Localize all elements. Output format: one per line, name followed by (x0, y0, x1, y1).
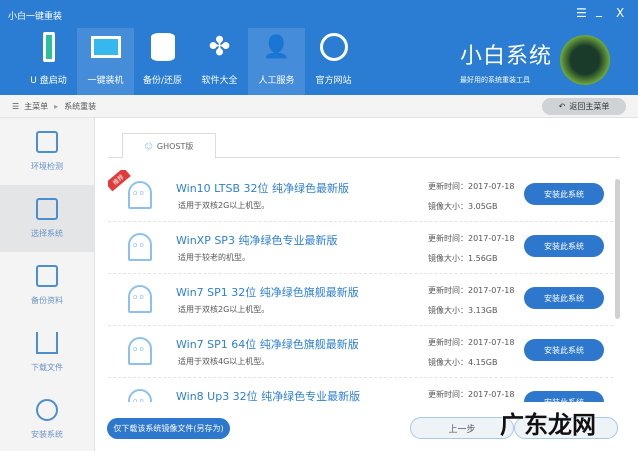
system-name: Win10 LTSB 32位 纯净绿色最新版 (176, 182, 350, 195)
download-icon (36, 332, 58, 354)
system-desc: 适用于双核2G以上机型。 (178, 201, 270, 210)
nav-backup-restore[interactable]: 备份/还原 (134, 28, 191, 95)
update-time: 更新时间：2017-07-18 (428, 338, 515, 347)
sidebar-item-download[interactable]: 下载文件 (0, 319, 94, 386)
wrench-icon (36, 399, 58, 421)
install-button[interactable]: 安装此系统 (524, 183, 604, 205)
scrollbar-thumb[interactable] (615, 179, 620, 319)
brand-name: 小白系统 (460, 44, 553, 69)
ghost-icon (128, 337, 152, 365)
minimize-button[interactable]: _ (596, 3, 602, 17)
update-time: 更新时间：2017-07-18 (428, 390, 515, 399)
sidebar-label: 环境检测 (31, 162, 63, 171)
server-icon (36, 265, 58, 287)
breadcrumb: ☰ 主菜单 ▸ 系统重装 ↶ 返回主菜单 (0, 95, 638, 118)
list-icon: ☰ (12, 101, 20, 111)
nav-one-click-install[interactable]: 一键装机 (77, 28, 134, 95)
update-time: 更新时间：2017-07-18 (428, 286, 515, 295)
sidebar-label: 下载文件 (31, 363, 63, 372)
nav-label: U 盘启动 (30, 76, 67, 86)
system-name: Win7 SP1 32位 纯净绿色旗舰最新版 (176, 286, 359, 299)
clover-icon: ✤ (208, 32, 231, 62)
breadcrumb-root[interactable]: 主菜单 (24, 101, 48, 112)
nav-label: 软件大全 (201, 76, 238, 86)
install-button[interactable]: 安装此系统 (524, 235, 604, 257)
brand-slogan: 最好用的系统重装工具 (460, 76, 530, 84)
back-label: 返回主菜单 (569, 102, 610, 111)
header: 小白一键重装 ☰ _ X U 盘启动 一键装机 备份/还原 ✤ 软件大全 👤 人工服… (0, 0, 638, 95)
list-item: Win7 SP1 64位 纯净绿色旗舰最新版 适用于双核4G以上机型。 更新时间… (108, 326, 613, 378)
ghost-icon (128, 285, 152, 313)
system-name: Win8 Up3 32位 纯净绿色专业最新版 (176, 390, 361, 402)
main-nav: U 盘启动 一键装机 备份/还原 ✤ 软件大全 👤 人工服务 官方网站 (20, 28, 362, 95)
window-title: 小白一键重装 (8, 12, 63, 22)
system-desc: 适用于双核4G以上机型。 (178, 357, 270, 366)
prev-step-button[interactable]: 上一步 (410, 417, 514, 439)
system-desc: 适用于双核2G以上机型。 (178, 305, 270, 314)
scrollbar[interactable] (614, 175, 622, 395)
sidebar: 环境检测 选择系统 备份资料 下载文件 安装系统 (0, 118, 95, 451)
image-size: 镜像大小：4.15GB (428, 358, 498, 367)
list-item: Win8 Up3 32位 纯净绿色专业最新版 更新时间：2017-07-18 安… (108, 378, 613, 402)
undo-icon: ↶ (558, 102, 566, 111)
nav-label: 一键装机 (87, 76, 124, 86)
nav-support[interactable]: 👤 人工服务 (248, 28, 305, 95)
image-size: 镜像大小：1.56GB (428, 254, 498, 263)
ghost-icon (128, 389, 152, 402)
sidebar-label: 安装系统 (31, 430, 63, 439)
sidebar-label: 选择系统 (31, 229, 63, 238)
list-item: Win7 SP1 32位 纯净绿色旗舰最新版 适用于双核2G以上机型。 更新时间… (108, 274, 613, 326)
nav-software[interactable]: ✤ 软件大全 (191, 28, 248, 95)
tab-bar: ☺ GHOST版 (108, 133, 620, 159)
install-button[interactable]: 安装此系统 (524, 391, 604, 402)
image-size: 镜像大小：3.13GB (428, 306, 498, 315)
system-list: 推荐 Win10 LTSB 32位 纯净绿色最新版 适用于双核2G以上机型。 更… (108, 170, 613, 402)
tab-ghost[interactable]: ☺ GHOST版 (122, 133, 216, 159)
env-check-icon (36, 131, 58, 153)
sidebar-item-select-system[interactable]: 选择系统 (0, 185, 94, 252)
person-heart-icon: 👤 (262, 34, 291, 60)
usb-icon (33, 31, 65, 63)
tab-label: GHOST版 (156, 141, 194, 151)
sidebar-label: 备份资料 (31, 296, 63, 305)
image-size: 镜像大小：3.05GB (428, 202, 498, 211)
close-button[interactable]: X (616, 6, 624, 20)
nav-label: 备份/还原 (142, 76, 183, 86)
nav-label: 官方网站 (315, 76, 352, 86)
database-icon (147, 31, 179, 63)
ghost-icon (128, 181, 152, 209)
nav-website[interactable]: 官方网站 (305, 28, 362, 95)
breadcrumb-current: 系统重装 (64, 101, 97, 111)
ghost-icon: ☺ (144, 141, 153, 151)
sidebar-item-install[interactable]: 安装系统 (0, 386, 94, 453)
system-desc: 适用于较老的机型。 (178, 253, 250, 262)
sidebar-item-env-check[interactable]: 环境检测 (0, 118, 94, 185)
list-item: 推荐 Win10 LTSB 32位 纯净绿色最新版 适用于双核2G以上机型。 更… (108, 170, 613, 222)
nav-label: 人工服务 (258, 76, 295, 86)
update-time: 更新时间：2017-07-18 (428, 234, 515, 243)
system-name: Win7 SP1 64位 纯净绿色旗舰最新版 (176, 338, 359, 351)
download-only-button[interactable]: 仅下载该系统镜像文件(另存为) (107, 418, 230, 439)
ghost-icon (128, 233, 152, 261)
update-time: 更新时间：2017-07-18 (428, 182, 515, 191)
watermark: 广东龙网 (500, 411, 596, 439)
chevron-right-icon: ▸ (54, 101, 59, 111)
sidebar-item-backup[interactable]: 备份资料 (0, 252, 94, 319)
back-to-main-button[interactable]: ↶ 返回主菜单 (542, 98, 626, 115)
install-button[interactable]: 安装此系统 (524, 339, 604, 361)
install-button[interactable]: 安装此系统 (524, 287, 604, 309)
monitor-icon (90, 31, 122, 63)
nav-usb-boot[interactable]: U 盘启动 (20, 28, 77, 95)
list-item: WinXP SP3 纯净绿色专业最新版 适用于较老的机型。 更新时间：2017-… (108, 222, 613, 274)
brand: 小白系统最好用的系统重装工具 (460, 38, 552, 85)
logo-icon (560, 35, 610, 85)
cursor-icon (36, 198, 58, 220)
recommend-badge: 推荐 (108, 170, 131, 192)
globe-icon (318, 31, 350, 63)
system-name: WinXP SP3 纯净绿色专业最新版 (176, 234, 338, 247)
menu-icon[interactable]: ☰ (576, 6, 587, 20)
